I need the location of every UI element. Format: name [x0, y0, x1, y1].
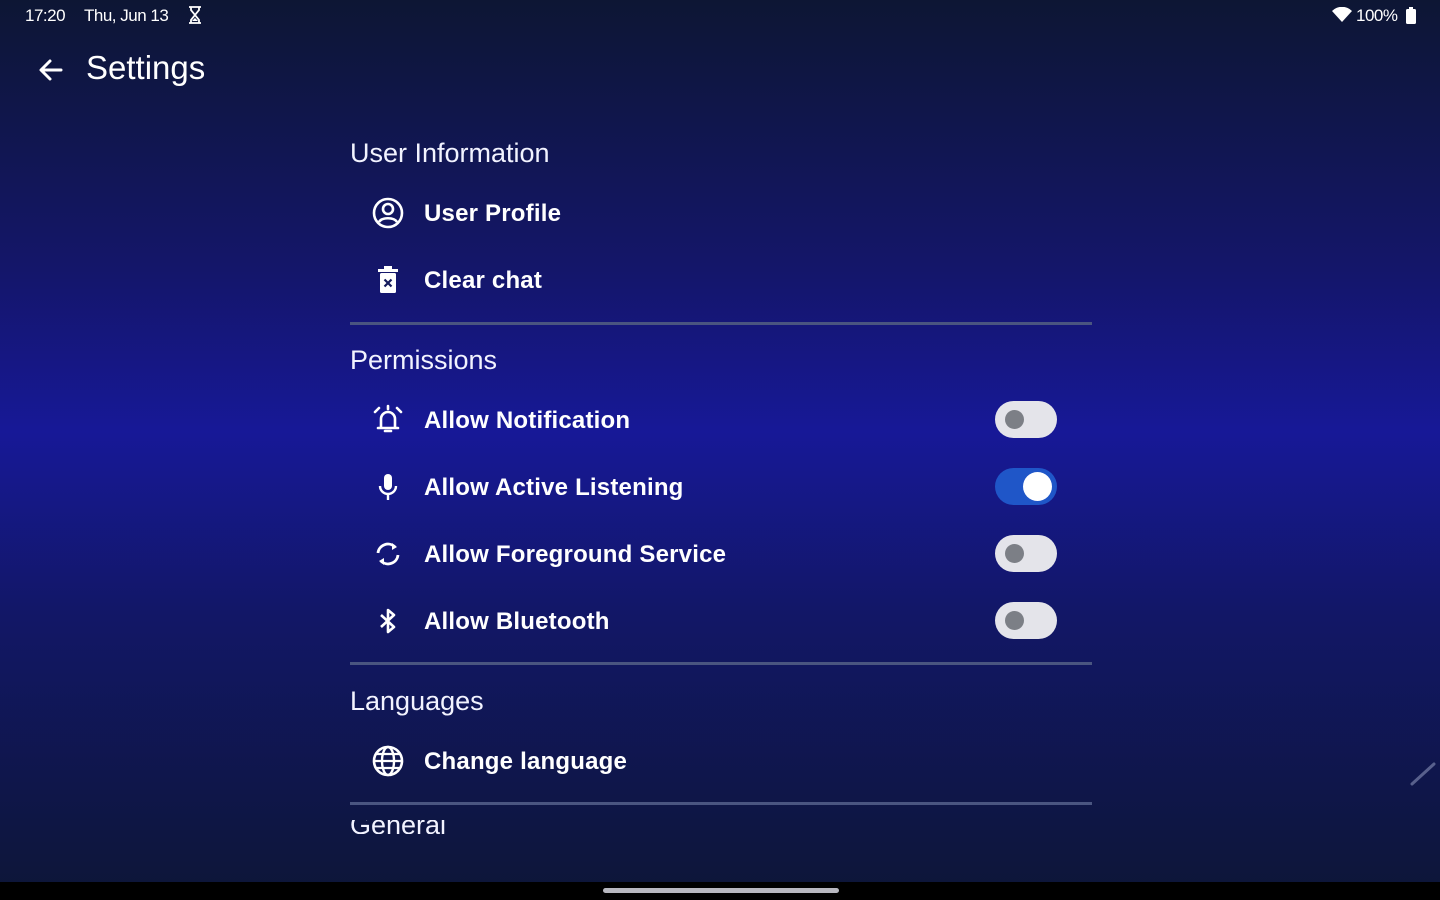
toggle-knob — [1005, 544, 1024, 563]
allow-foreground-service-item[interactable]: Allow Foreground Service — [350, 529, 1092, 579]
section-header-general: General — [350, 820, 446, 834]
arrow-back-icon[interactable] — [34, 53, 68, 87]
microphone-icon — [378, 474, 398, 500]
foreground-service-toggle[interactable] — [995, 535, 1057, 572]
delete-icon — [378, 266, 398, 293]
status-bar: 17:20 Thu, Jun 13 100% — [0, 0, 1440, 30]
alarm-bell-icon — [373, 404, 403, 433]
hourglass-icon — [189, 6, 201, 24]
globe-icon — [372, 745, 404, 777]
bluetooth-icon — [380, 608, 396, 634]
toggle-knob — [1005, 410, 1024, 429]
allow-notification-item[interactable]: Allow Notification — [350, 395, 1092, 445]
allow-active-listening-label: Allow Active Listening — [424, 474, 684, 501]
section-header-permissions: Permissions — [350, 345, 498, 375]
allow-active-listening-item[interactable]: Allow Active Listening — [350, 462, 1092, 512]
battery-icon — [1406, 7, 1416, 24]
clear-chat-item[interactable]: Clear chat — [350, 255, 1092, 305]
notification-toggle[interactable] — [995, 401, 1057, 438]
divider — [350, 802, 1092, 805]
status-date: Thu, Jun 13 — [84, 6, 169, 25]
divider — [350, 322, 1092, 325]
navigation-bar — [0, 882, 1440, 900]
section-header-languages: Languages — [350, 686, 484, 716]
status-time: 17:20 — [25, 6, 66, 25]
divider — [350, 662, 1092, 665]
wifi-icon — [1332, 7, 1352, 22]
page-title: Settings — [86, 49, 206, 86]
user-profile-label: User Profile — [424, 200, 562, 227]
toggle-knob — [1023, 472, 1052, 501]
bluetooth-toggle[interactable] — [995, 602, 1057, 639]
allow-foreground-service-label: Allow Foreground Service — [424, 541, 727, 568]
allow-bluetooth-label: Allow Bluetooth — [424, 608, 610, 635]
toggle-knob — [1005, 611, 1024, 630]
clear-chat-label: Clear chat — [424, 267, 543, 294]
sync-icon — [376, 542, 400, 566]
section-header-user-information: User Information — [350, 138, 550, 168]
home-gesture-handle[interactable] — [603, 888, 839, 893]
account-circle-icon — [372, 197, 404, 229]
app-bar: Settings — [0, 40, 1440, 100]
change-language-label: Change language — [424, 748, 628, 775]
section-header-partial: General — [350, 820, 470, 834]
active-listening-toggle[interactable] — [995, 468, 1057, 505]
edit-pen-icon[interactable] — [1406, 756, 1440, 790]
allow-bluetooth-item[interactable]: Allow Bluetooth — [350, 596, 1092, 646]
allow-notification-label: Allow Notification — [424, 407, 631, 434]
user-profile-item[interactable]: User Profile — [350, 188, 1092, 238]
battery-percent: 100% — [1356, 6, 1398, 25]
change-language-item[interactable]: Change language — [350, 736, 1092, 786]
